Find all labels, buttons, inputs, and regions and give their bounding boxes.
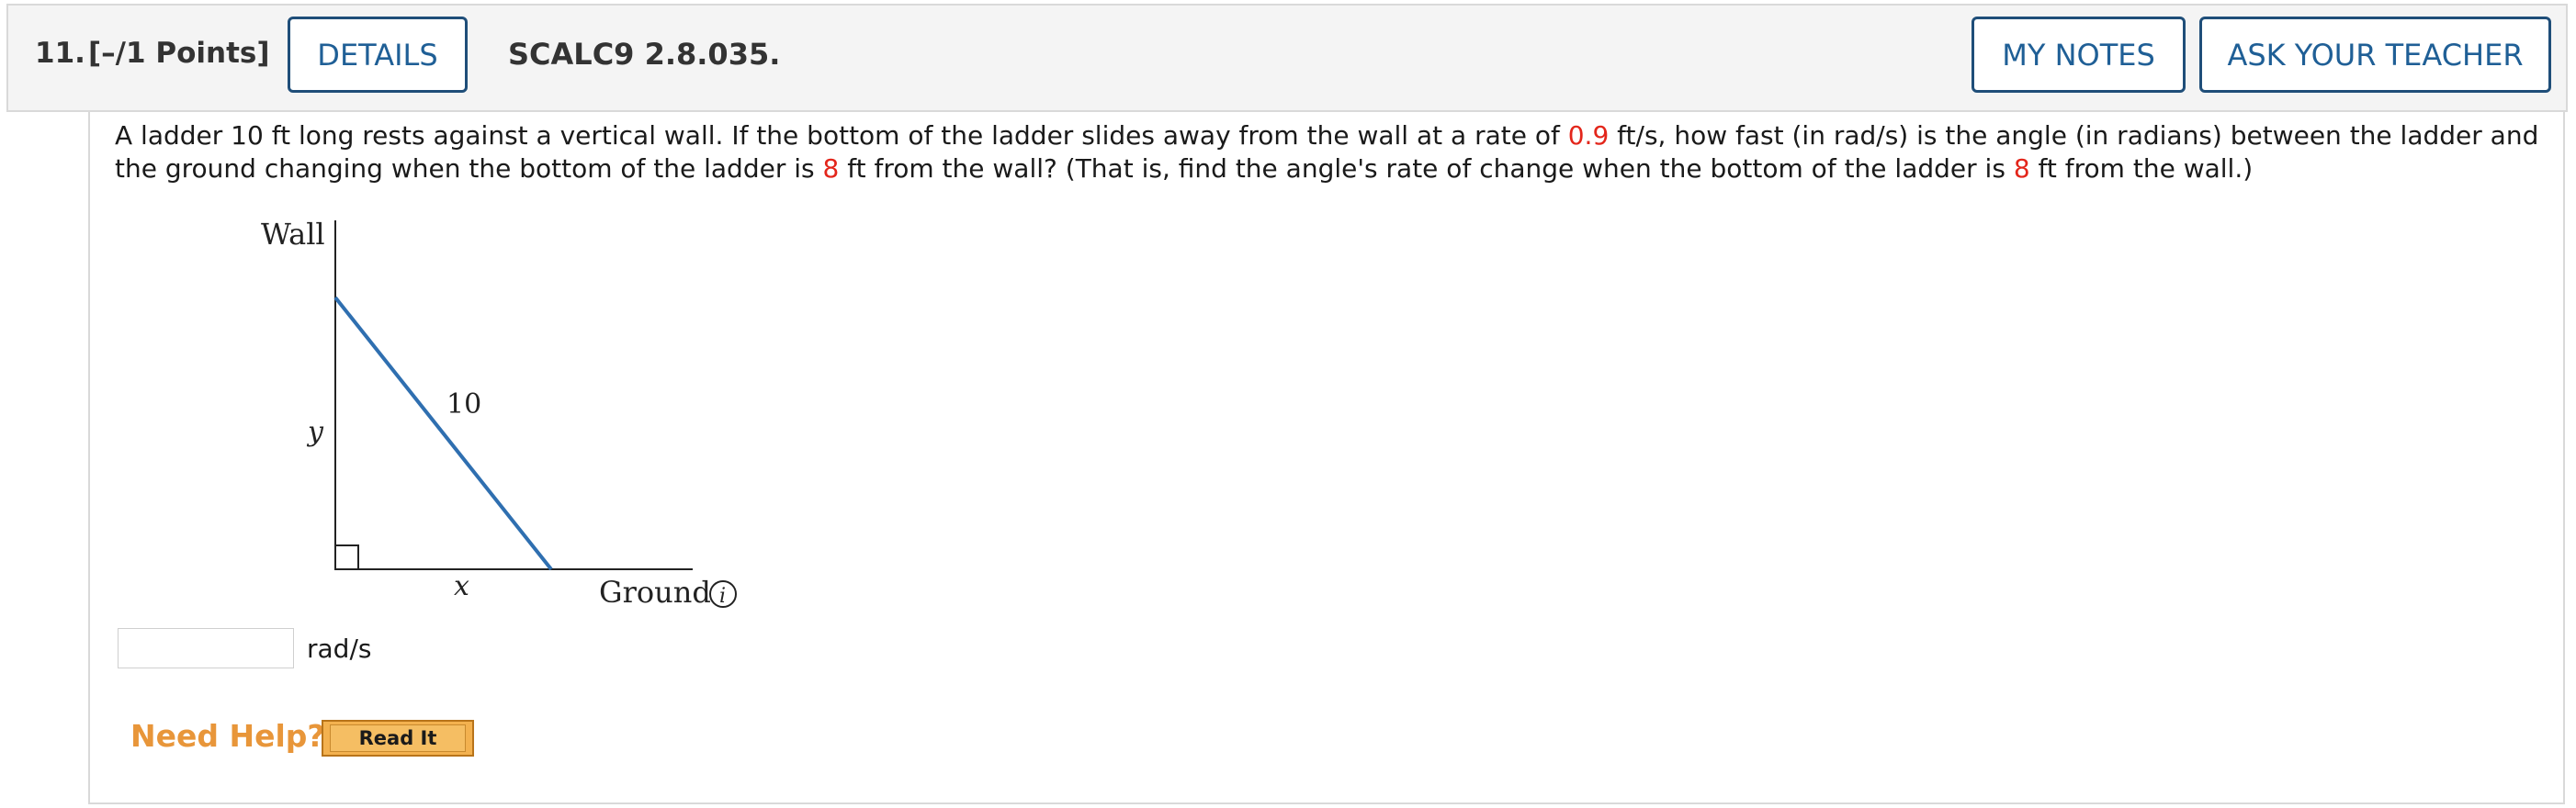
wall-label: Wall: [261, 217, 325, 252]
read-it-label: Read It: [330, 724, 466, 752]
ground-label: Ground: [599, 575, 711, 610]
question-points: [–/1 Points]: [88, 37, 270, 70]
y-label: y: [306, 416, 324, 448]
read-it-button[interactable]: Read It: [322, 720, 474, 757]
x-label: x: [454, 570, 469, 602]
details-button[interactable]: DETAILS: [288, 17, 468, 93]
ask-your-teacher-button[interactable]: ASK YOUR TEACHER: [2199, 17, 2551, 93]
right-angle-marker: [334, 544, 359, 570]
my-notes-button[interactable]: MY NOTES: [1972, 17, 2186, 93]
question-text-part: ft from the wall.): [2029, 153, 2254, 184]
problem-id: SCALC9 2.8.035.: [508, 37, 781, 72]
ladder-line: [333, 296, 553, 571]
info-icon-glyph: i: [719, 585, 726, 608]
ladder-length-label: 10: [446, 388, 481, 421]
distance-value: 8: [822, 153, 840, 184]
need-help-label: Need Help?: [130, 718, 325, 754]
question-text-part: ft from the wall? (That is, find the ang…: [839, 153, 2014, 184]
answer-units: rad/s: [307, 634, 372, 664]
distance-value: 8: [2013, 153, 2030, 184]
question-text: A ladder 10 ft long rests against a vert…: [115, 119, 2540, 185]
info-icon[interactable]: i: [709, 580, 737, 608]
question-number: 11.: [35, 37, 85, 70]
rate-value: 0.9: [1567, 120, 1610, 151]
question-text-part: A ladder 10 ft long rests against a vert…: [115, 120, 1568, 151]
answer-input[interactable]: [118, 628, 294, 668]
ladder-diagram: Wall 10 y x Ground i: [261, 217, 737, 610]
